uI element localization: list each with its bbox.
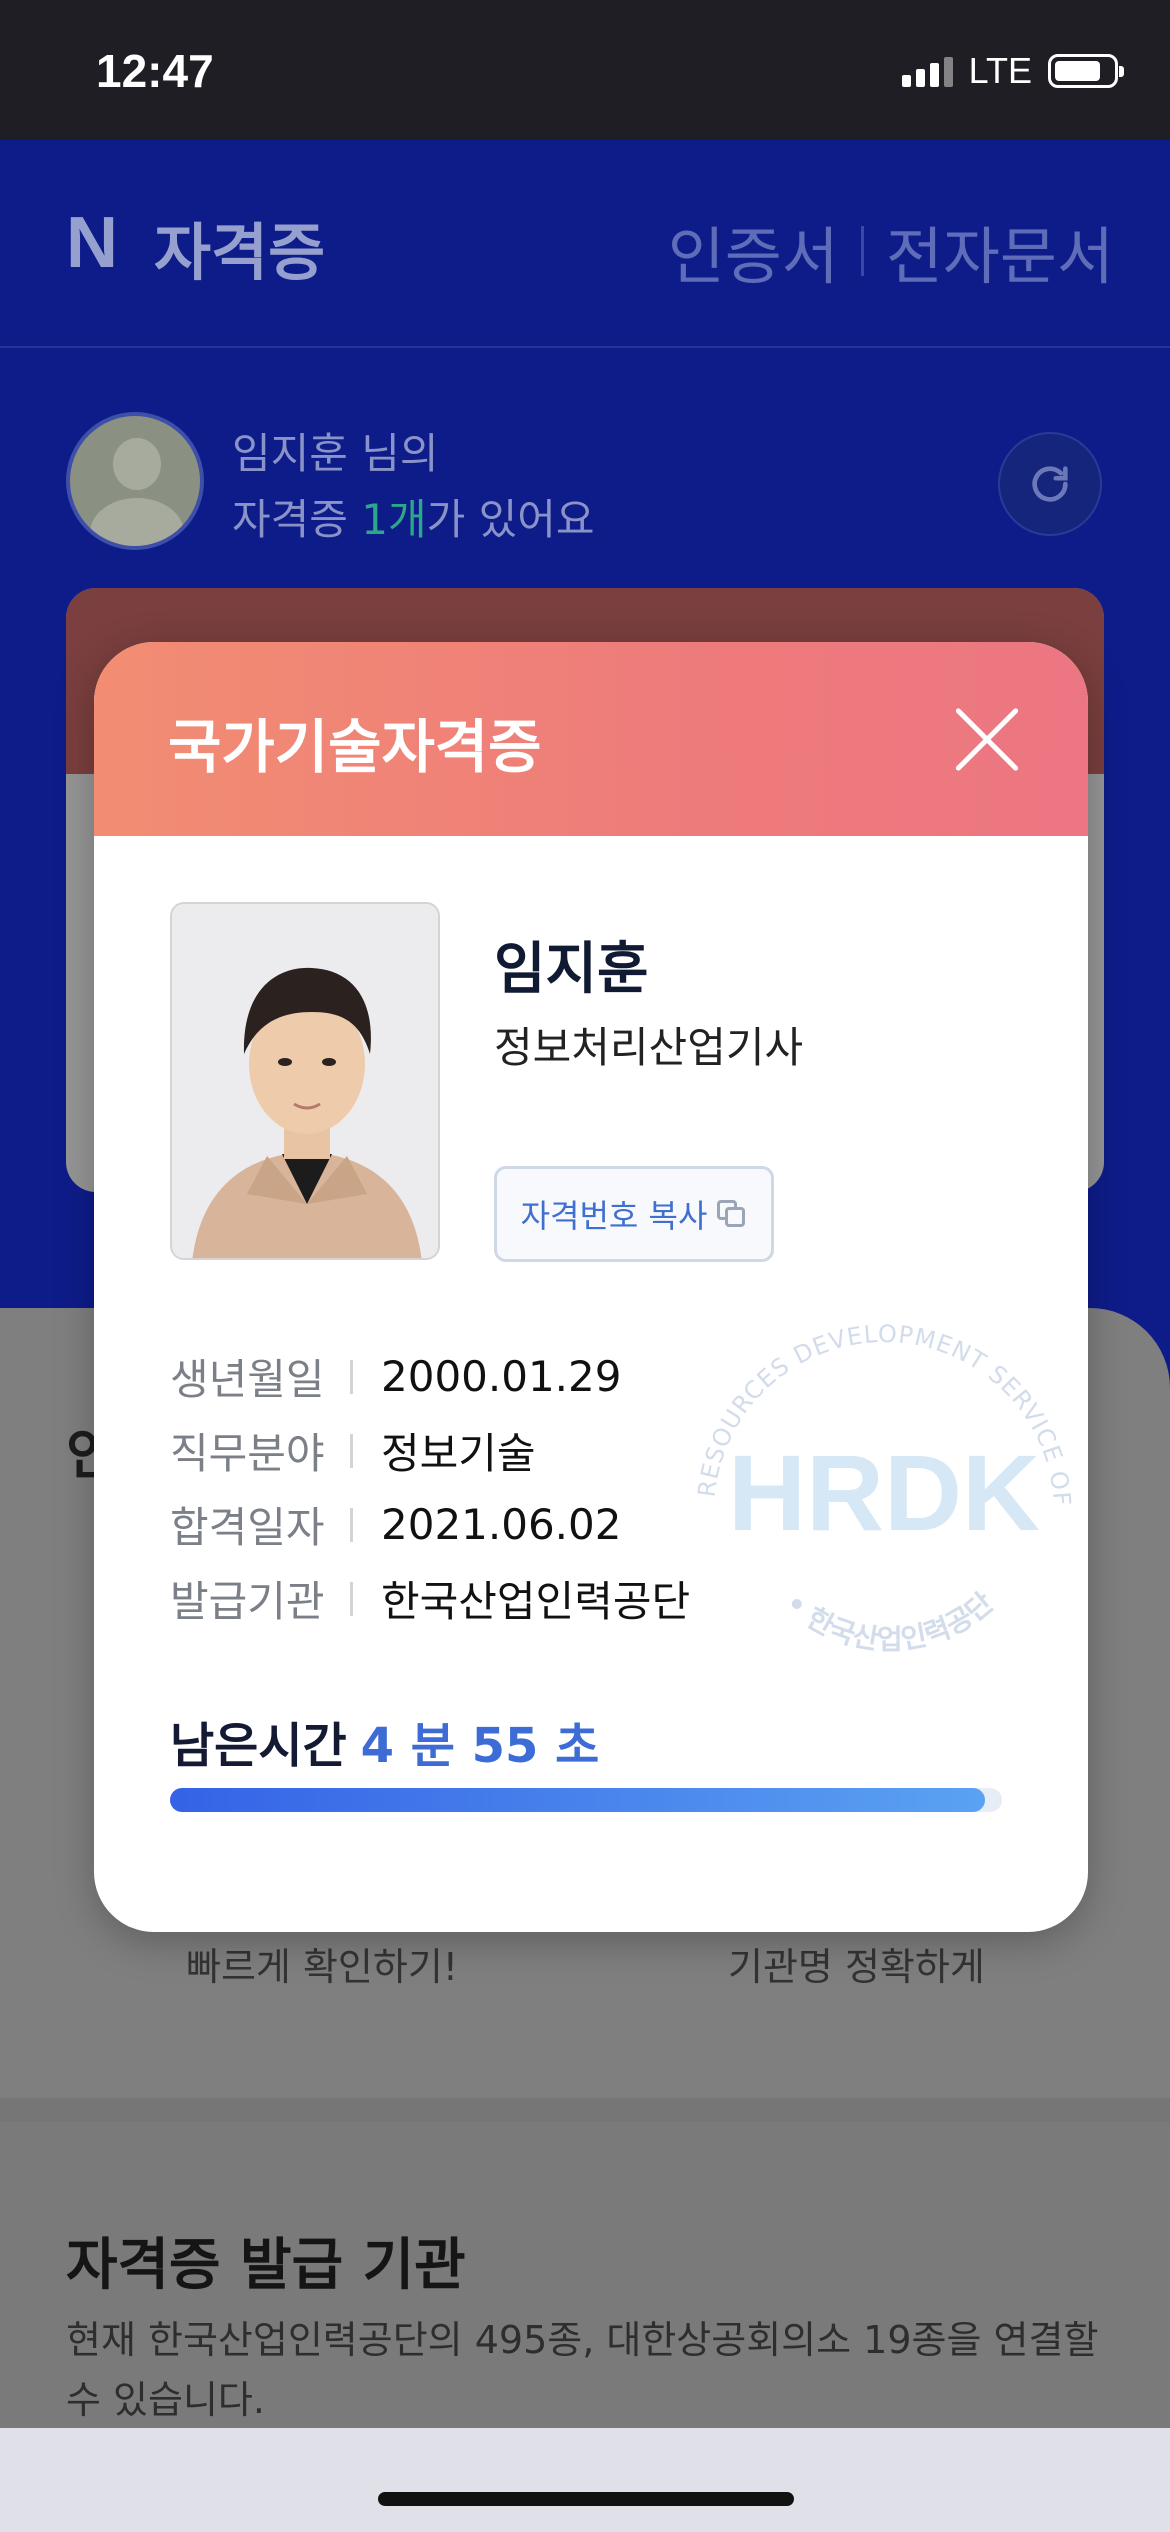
info-value: 2021.06.02 bbox=[381, 1500, 622, 1549]
certificate-modal: 국가기술자격증 HUMAN RESOURCES DEVELOPMENT SERV… bbox=[94, 642, 1088, 1932]
remaining-time: 남은시간 4 분 55 초 bbox=[170, 1706, 599, 1776]
info-label: 생년월일 bbox=[170, 1355, 325, 1404]
app-header: N 자격증 인증서 전자문서 bbox=[0, 140, 1170, 348]
certificate-name: 정보처리산업기사 bbox=[494, 1023, 804, 1072]
hrdk-watermark: HUMAN RESOURCES DEVELOPMENT SERVICE OF K… bbox=[674, 1282, 1075, 1656]
network-label: LTE bbox=[968, 50, 1032, 91]
app-logo: N bbox=[66, 203, 118, 283]
copy-button-label: 자격번호 복사 bbox=[520, 1197, 708, 1235]
battery-icon bbox=[1048, 54, 1124, 88]
status-time: 12:47 bbox=[96, 45, 214, 97]
info-row-birthdate: 생년월일 2000.01.29 bbox=[170, 1346, 621, 1407]
tab-certificate[interactable]: 인증서 bbox=[668, 206, 839, 296]
home-indicator[interactable] bbox=[378, 2492, 794, 2506]
modal-title: 국가기술자격증 bbox=[168, 713, 542, 781]
refresh-button[interactable] bbox=[998, 432, 1102, 536]
refresh-icon bbox=[1032, 466, 1068, 502]
watermark-arc-bottom: • 한국산업인력공단 bbox=[779, 1586, 1000, 1656]
info-row-issuer: 발급기관 한국산업인력공단 bbox=[170, 1568, 690, 1629]
app-title: 자격증 bbox=[154, 216, 326, 289]
info-label: 발급기관 bbox=[170, 1577, 325, 1626]
greeting-count: 자격증 1개가 있어요 bbox=[232, 486, 595, 547]
info-value: 2000.01.29 bbox=[381, 1352, 622, 1401]
modal-header: 국가기술자격증 bbox=[94, 642, 1088, 836]
holder-name: 임지훈 bbox=[494, 937, 649, 1002]
tab-e-document[interactable]: 전자문서 bbox=[886, 206, 1114, 296]
info-value: 정보기술 bbox=[381, 1429, 536, 1478]
remaining-progress bbox=[170, 1788, 1002, 1812]
home-bar-area bbox=[0, 2428, 1170, 2532]
hint-right: 기관명 정확하게 bbox=[728, 1945, 985, 1989]
greeting-prefix: 자격증 bbox=[232, 495, 362, 544]
signal-icon bbox=[901, 55, 953, 87]
status-bar: 12:47 LTE bbox=[0, 0, 1170, 140]
greeting-name: 임지훈 님의 bbox=[232, 429, 439, 478]
info-value: 한국산업인력공단 bbox=[381, 1577, 691, 1626]
hint-left: 빠르게 확인하기! bbox=[186, 1945, 459, 1989]
watermark-logo: HRDK bbox=[728, 1432, 1040, 1553]
remaining-countdown: 4 분 55 초 bbox=[360, 1718, 600, 1774]
svg-text:• 한국산업인력공단: • 한국산업인력공단 bbox=[779, 1586, 1000, 1656]
info-label: 합격일자 bbox=[170, 1503, 325, 1552]
copy-license-number-button[interactable]: 자격번호 복사 bbox=[494, 1166, 774, 1262]
issuer-description: 현재 한국산업인력공단의 495종, 대한상공회의소 19종을 연결할 수 있습… bbox=[66, 2318, 1099, 2422]
close-button[interactable] bbox=[952, 704, 1022, 774]
info-label: 직무분야 bbox=[170, 1429, 325, 1478]
info-row-pass-date: 합격일자 2021.06.02 bbox=[170, 1494, 621, 1555]
avatar-icon bbox=[66, 412, 204, 550]
holder-photo bbox=[170, 902, 440, 1260]
certificate-count: 1개 bbox=[361, 495, 427, 544]
info-row-field: 직무분야 정보기술 bbox=[170, 1420, 536, 1481]
remaining-progress-fill bbox=[170, 1788, 986, 1812]
info-separator bbox=[350, 1581, 353, 1616]
info-separator bbox=[350, 1433, 353, 1468]
info-separator bbox=[350, 1507, 353, 1542]
remaining-label: 남은시간 bbox=[170, 1718, 347, 1774]
header-tabs: 인증서 전자문서 bbox=[668, 206, 1114, 296]
status-indicators: LTE bbox=[901, 50, 1124, 92]
copy-icon bbox=[717, 1200, 747, 1228]
issuer-title: 자격증 발급 기관 bbox=[66, 2233, 466, 2298]
info-separator bbox=[350, 1359, 353, 1394]
tab-divider bbox=[860, 226, 864, 276]
greeting-suffix: 가 있어요 bbox=[426, 495, 595, 544]
